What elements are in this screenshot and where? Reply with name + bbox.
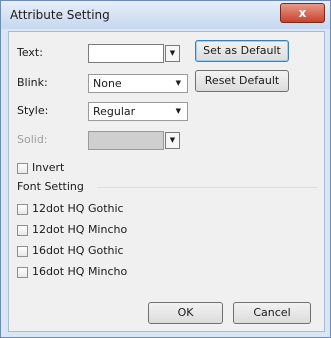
- cancel-button[interactable]: Cancel: [233, 302, 311, 324]
- reset-default-button[interactable]: Reset Default: [195, 70, 289, 92]
- solid-label: Solid:: [17, 133, 48, 146]
- solid-color-dropdown-button[interactable]: ▼: [165, 132, 180, 149]
- blink-select-value: None: [93, 77, 122, 90]
- ok-button[interactable]: OK: [148, 302, 223, 324]
- font-option-label: 16dot HQ Mincho: [32, 265, 128, 278]
- style-select[interactable]: Regular ▼: [88, 102, 188, 121]
- chevron-down-icon: ▼: [175, 107, 181, 115]
- chevron-down-icon: ▼: [169, 136, 176, 144]
- blink-label: Blink:: [17, 76, 48, 89]
- chevron-down-icon: ▼: [175, 79, 181, 87]
- style-label: Style:: [17, 104, 49, 117]
- font-option-label: 16dot HQ Gothic: [32, 244, 124, 257]
- invert-label: Invert: [32, 161, 65, 174]
- set-as-default-button[interactable]: Set as Default: [195, 40, 289, 62]
- font-setting-title: Font Setting: [17, 180, 84, 193]
- close-icon: x: [298, 6, 307, 20]
- text-color-dropdown-button[interactable]: ▼: [165, 45, 180, 62]
- solid-color-field[interactable]: [88, 131, 164, 150]
- font-option-label: 12dot HQ Mincho: [32, 223, 128, 236]
- text-color-field[interactable]: [88, 44, 164, 63]
- font-option-label: 12dot HQ Gothic: [32, 202, 124, 215]
- group-separator: [97, 187, 317, 188]
- invert-checkbox[interactable]: [17, 163, 28, 174]
- font-16dot-mincho-checkbox[interactable]: [17, 267, 28, 278]
- dialog-window: Attribute Setting x Text: ▼ Blink: None …: [0, 0, 331, 338]
- font-16dot-gothic-checkbox[interactable]: [17, 246, 28, 257]
- chevron-down-icon: ▼: [169, 49, 176, 57]
- blink-select[interactable]: None ▼: [88, 74, 188, 93]
- text-label: Text:: [17, 46, 43, 59]
- font-12dot-mincho-checkbox[interactable]: [17, 225, 28, 236]
- font-12dot-gothic-checkbox[interactable]: [17, 204, 28, 215]
- window-title: Attribute Setting: [10, 8, 110, 22]
- close-button[interactable]: x: [280, 3, 325, 23]
- title-bar[interactable]: Attribute Setting x: [1, 1, 330, 29]
- dialog-body: Text: ▼ Blink: None ▼ Style: Regular ▼ S…: [8, 31, 325, 332]
- style-select-value: Regular: [93, 105, 136, 118]
